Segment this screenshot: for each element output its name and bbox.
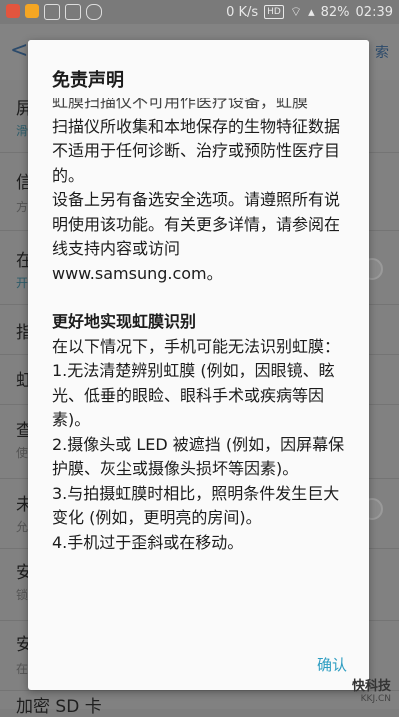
app-notification-icon [25,4,39,18]
watermark-line: KKJ.CN [360,694,391,704]
section-heading: 更好地实现虹膜识别 [52,312,197,331]
network-speed: 0 K/s [226,4,259,20]
section-intro: 在以下情况下，手机可能无法识别虹膜： [52,336,341,356]
row-subtitle: 方 [16,200,29,214]
condition-item: 1.无法清楚辨别虹膜 (例如，因眼镜、眩光、低垂的眼睑、眼科手术或疾病等因素)。 [52,361,335,429]
dialog-content[interactable]: 虹膜扫描仪不可用作医疗设备，虹膜 扫描仪所收集和本地保存的生物特征数据不适用于任… [52,80,348,640]
disclaimer-paragraph: 扫描仪所收集和本地保存的生物特征数据不适用于任何诊断、治疗或预防性医疗目的。 [52,116,341,185]
image-notification-icon [65,4,81,20]
clock: 02:39 [355,4,393,20]
dialog-title: 免责声明 [52,70,124,91]
row-subtitle: 滑 [16,124,29,138]
row-subtitle: 使 [16,446,29,460]
condition-item: 3.与拍摄虹膜时相比，照明条件发生巨大变化 (例如，更明亮的房间)。 [52,483,340,528]
row-subtitle: 在 [16,662,29,676]
condition-item: 4.手机过于歪斜或在移动。 [52,532,244,552]
notification-icons [6,4,102,20]
wifi-icon: ⌔ [289,5,303,20]
row-subtitle: 锁 [16,588,29,602]
search-button[interactable]: 索 [375,42,389,62]
row-subtitle: 允 [16,520,29,534]
back-arrow-icon[interactable]: < [10,38,28,63]
qq-icon [86,4,102,20]
disclaimer-paragraph: 设备上另有备选安全选项。请遵照所有说明使用该功能。有关更多详情，请参阅在线支持内… [52,190,341,283]
encrypt-sd-item[interactable]: 加密 SD 卡 [16,692,102,717]
condition-item: 2.摄像头或 LED 被遮挡 (例如，因屏幕保护膜、灰尘或摄像头损坏等因素)。 [52,434,345,479]
confirm-button[interactable]: 确认 [317,650,347,679]
app-notification-icon [6,4,20,18]
disclaimer-dialog: 虹膜扫描仪不可用作医疗设备，虹膜 扫描仪所收集和本地保存的生物特征数据不适用于任… [28,40,369,690]
signal-icon: ▴ [308,4,315,20]
watermark-line: 快科技 [351,679,391,694]
image-notification-icon [44,4,60,20]
status-bar: 0 K/s HD ⌔ ▴ 82% 02:39 [0,0,399,24]
row-subtitle: 开 [16,276,29,290]
watermark: 快科技 KKJ.CN [351,679,391,705]
battery-level: 82% [320,4,350,20]
hd-badge: HD [264,5,284,19]
